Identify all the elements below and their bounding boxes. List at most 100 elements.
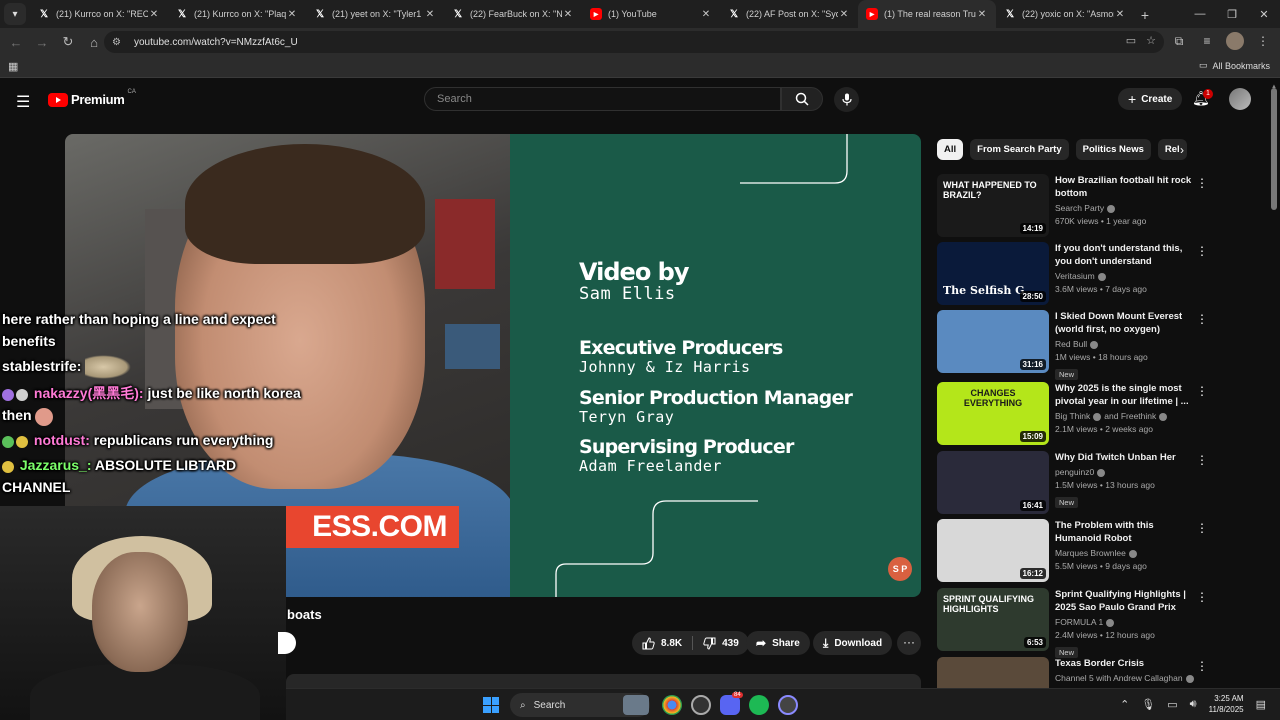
- video-thumbnail[interactable]: SPRINT QUALIFYING HIGHLIGHTS 6:53: [937, 588, 1049, 651]
- browser-tab[interactable]: 𝕏 (22) yoxic on X: "Asmong ✕: [996, 0, 1134, 28]
- browser-tab[interactable]: 𝕏 (21) Kurrco on X: "RECOR✕: [30, 0, 168, 28]
- reload-icon[interactable]: ↻: [56, 30, 80, 54]
- close-tab-icon[interactable]: ✕: [700, 9, 712, 20]
- chevron-right-icon[interactable]: ›: [1180, 143, 1184, 157]
- channel-name[interactable]: FORMULA 1: [1055, 616, 1195, 629]
- browser-tab[interactable]: 𝕏 (22) AF Post on X: "Sydne✕: [720, 0, 858, 28]
- like-button[interactable]: 8.8K: [632, 631, 692, 655]
- recommended-video[interactable]: SPRINT QUALIFYING HIGHLIGHTS 6:53 Sprint Q…: [937, 588, 1212, 658]
- app-icon[interactable]: [778, 695, 798, 715]
- more-options-icon[interactable]: ⋮: [1196, 521, 1208, 535]
- video-thumbnail[interactable]: CHANGES EVERYTHING 15:09: [937, 382, 1049, 445]
- search-widget-image[interactable]: [623, 695, 649, 715]
- video-title[interactable]: Texas Border Crisis: [1055, 657, 1195, 670]
- search-input[interactable]: Search: [424, 87, 781, 111]
- video-title[interactable]: If you don't understand this, you don't …: [1055, 242, 1195, 268]
- browser-menu-icon[interactable]: ⋮: [1254, 32, 1272, 50]
- channel-name[interactable]: Red Bull: [1055, 338, 1195, 351]
- discord-icon[interactable]: [720, 695, 740, 715]
- channel-name[interactable]: Marques Brownlee: [1055, 547, 1195, 560]
- video-thumbnail[interactable]: 16:12: [937, 519, 1049, 582]
- clock[interactable]: 3:25 AM 11/8/2025: [1209, 693, 1244, 715]
- minimize-icon[interactable]: —: [1184, 8, 1216, 20]
- channel-name[interactable]: penguinz0: [1055, 466, 1195, 479]
- show-hidden-icons-icon[interactable]: ⌃: [1120, 698, 1129, 711]
- more-options-icon[interactable]: ⋮: [1196, 590, 1208, 604]
- channel-name[interactable]: Big Think and Freethink: [1055, 410, 1195, 423]
- address-bar[interactable]: ⚙ youtube.com/watch?v=NMzzfAt6c_U ▭ ☆: [104, 31, 1164, 53]
- browser-tab[interactable]: ▶ (1) YouTube ✕: [582, 0, 720, 28]
- video-thumbnail[interactable]: The Selfish G 28:50: [937, 242, 1049, 305]
- close-tab-icon[interactable]: ✕: [1114, 9, 1126, 20]
- more-options-icon[interactable]: ⋮: [1196, 244, 1208, 258]
- close-tab-icon[interactable]: ✕: [424, 9, 436, 20]
- apps-grid-icon[interactable]: ▦: [8, 60, 18, 73]
- all-bookmarks-button[interactable]: ▭ All Bookmarks: [1199, 60, 1270, 71]
- close-tab-icon[interactable]: ✕: [286, 9, 298, 20]
- more-actions-button[interactable]: ···: [897, 631, 921, 655]
- dislike-button[interactable]: 439: [693, 631, 749, 655]
- menu-icon[interactable]: ☰: [16, 92, 30, 112]
- chrome-icon[interactable]: [662, 695, 682, 715]
- notification-center-icon[interactable]: ▤: [1256, 698, 1266, 711]
- forward-icon[interactable]: →: [30, 30, 54, 54]
- recommended-video[interactable]: 16:41 Why Did Twitch Unban Her penguinz0 1.…: [937, 451, 1212, 515]
- more-options-icon[interactable]: ⋮: [1196, 384, 1208, 398]
- channel-name[interactable]: Channel 5 with Andrew Callaghan: [1055, 672, 1195, 685]
- video-thumbnail[interactable]: 31:16: [937, 310, 1049, 373]
- more-options-icon[interactable]: ⋮: [1196, 312, 1208, 326]
- more-options-icon[interactable]: ⋮: [1196, 453, 1208, 467]
- search-button[interactable]: [781, 87, 823, 111]
- extensions-icon[interactable]: ⧉: [1170, 32, 1188, 50]
- video-title[interactable]: Why Did Twitch Unban Her: [1055, 451, 1195, 464]
- tab-search-icon[interactable]: ▾: [4, 3, 26, 25]
- close-tab-icon[interactable]: ✕: [148, 9, 160, 20]
- subscribe-button-edge[interactable]: [278, 632, 296, 654]
- microphone-icon[interactable]: 🎙︎: [1141, 698, 1155, 711]
- channel-name[interactable]: Veritasium: [1055, 270, 1195, 283]
- page-scrollbar[interactable]: [1271, 88, 1277, 210]
- bookmark-star-icon[interactable]: ☆: [1146, 34, 1156, 47]
- filter-chip[interactable]: All: [937, 139, 964, 160]
- browser-tab[interactable]: ▶ (1) The real reason Trump✕: [858, 0, 996, 28]
- network-icon[interactable]: ▭: [1167, 698, 1177, 711]
- profile-avatar[interactable]: [1226, 32, 1244, 50]
- recommended-video[interactable]: 16:12 The Problem with this Humanoid Robo…: [937, 519, 1212, 583]
- more-options-icon[interactable]: ⋮: [1196, 659, 1208, 673]
- browser-tab[interactable]: 𝕏 (21) yeet on X: "Tyler1 get✕: [306, 0, 444, 28]
- create-button[interactable]: + Create: [1118, 88, 1183, 110]
- video-title[interactable]: How Brazilian football hit rock bottom: [1055, 174, 1195, 200]
- filter-chip[interactable]: From Search Party: [970, 139, 1069, 160]
- new-tab-button[interactable]: +: [1134, 2, 1156, 28]
- close-tab-icon[interactable]: ✕: [976, 9, 988, 20]
- windows-start-icon[interactable]: [483, 697, 499, 713]
- video-title[interactable]: Why 2025 is the single most pivotal year…: [1055, 382, 1195, 408]
- recommended-video[interactable]: CHANGES EVERYTHING 15:09 Why 2025 is the s…: [937, 382, 1212, 446]
- account-avatar[interactable]: [1229, 88, 1251, 110]
- voice-search-button[interactable]: [834, 87, 859, 112]
- more-options-icon[interactable]: ⋮: [1196, 176, 1208, 190]
- youtube-premium-logo[interactable]: Premium CA: [48, 89, 136, 107]
- video-title[interactable]: Sprint Qualifying Highlights | 2025 Sao …: [1055, 588, 1195, 614]
- download-button[interactable]: ⤓ Download: [813, 631, 893, 655]
- recommended-video[interactable]: The Selfish G 28:50 If you don't understan…: [937, 242, 1212, 306]
- browser-tab[interactable]: 𝕏 (21) Kurrco on X: "Plaque✕: [168, 0, 306, 28]
- site-info-icon[interactable]: ⚙: [112, 37, 126, 48]
- volume-icon[interactable]: 🔊︎: [1190, 698, 1197, 711]
- video-thumbnail[interactable]: WHAT HAPPENED TO BRAZIL? 14:19: [937, 174, 1049, 237]
- close-tab-icon[interactable]: ✕: [562, 9, 574, 20]
- video-title[interactable]: I Skied Down Mount Everest (world first,…: [1055, 310, 1195, 336]
- back-icon[interactable]: ←: [4, 30, 28, 54]
- filter-chip[interactable]: Politics News: [1075, 139, 1151, 160]
- restore-icon[interactable]: ❐: [1216, 8, 1248, 21]
- share-button[interactable]: ➦ Share: [746, 631, 810, 655]
- cast-icon[interactable]: ▭: [1126, 34, 1136, 47]
- browser-tab[interactable]: 𝕏 (22) FearBuck on X: "Nina✕: [444, 0, 582, 28]
- recommended-video[interactable]: WHAT HAPPENED TO BRAZIL? 14:19 How Brazili…: [937, 174, 1212, 238]
- obs-icon[interactable]: [691, 695, 711, 715]
- video-thumbnail[interactable]: 16:41: [937, 451, 1049, 514]
- channel-name[interactable]: Search Party: [1055, 202, 1195, 215]
- media-controls-icon[interactable]: ≡: [1198, 32, 1216, 50]
- video-title[interactable]: The Problem with this Humanoid Robot: [1055, 519, 1195, 545]
- close-tab-icon[interactable]: ✕: [838, 9, 850, 20]
